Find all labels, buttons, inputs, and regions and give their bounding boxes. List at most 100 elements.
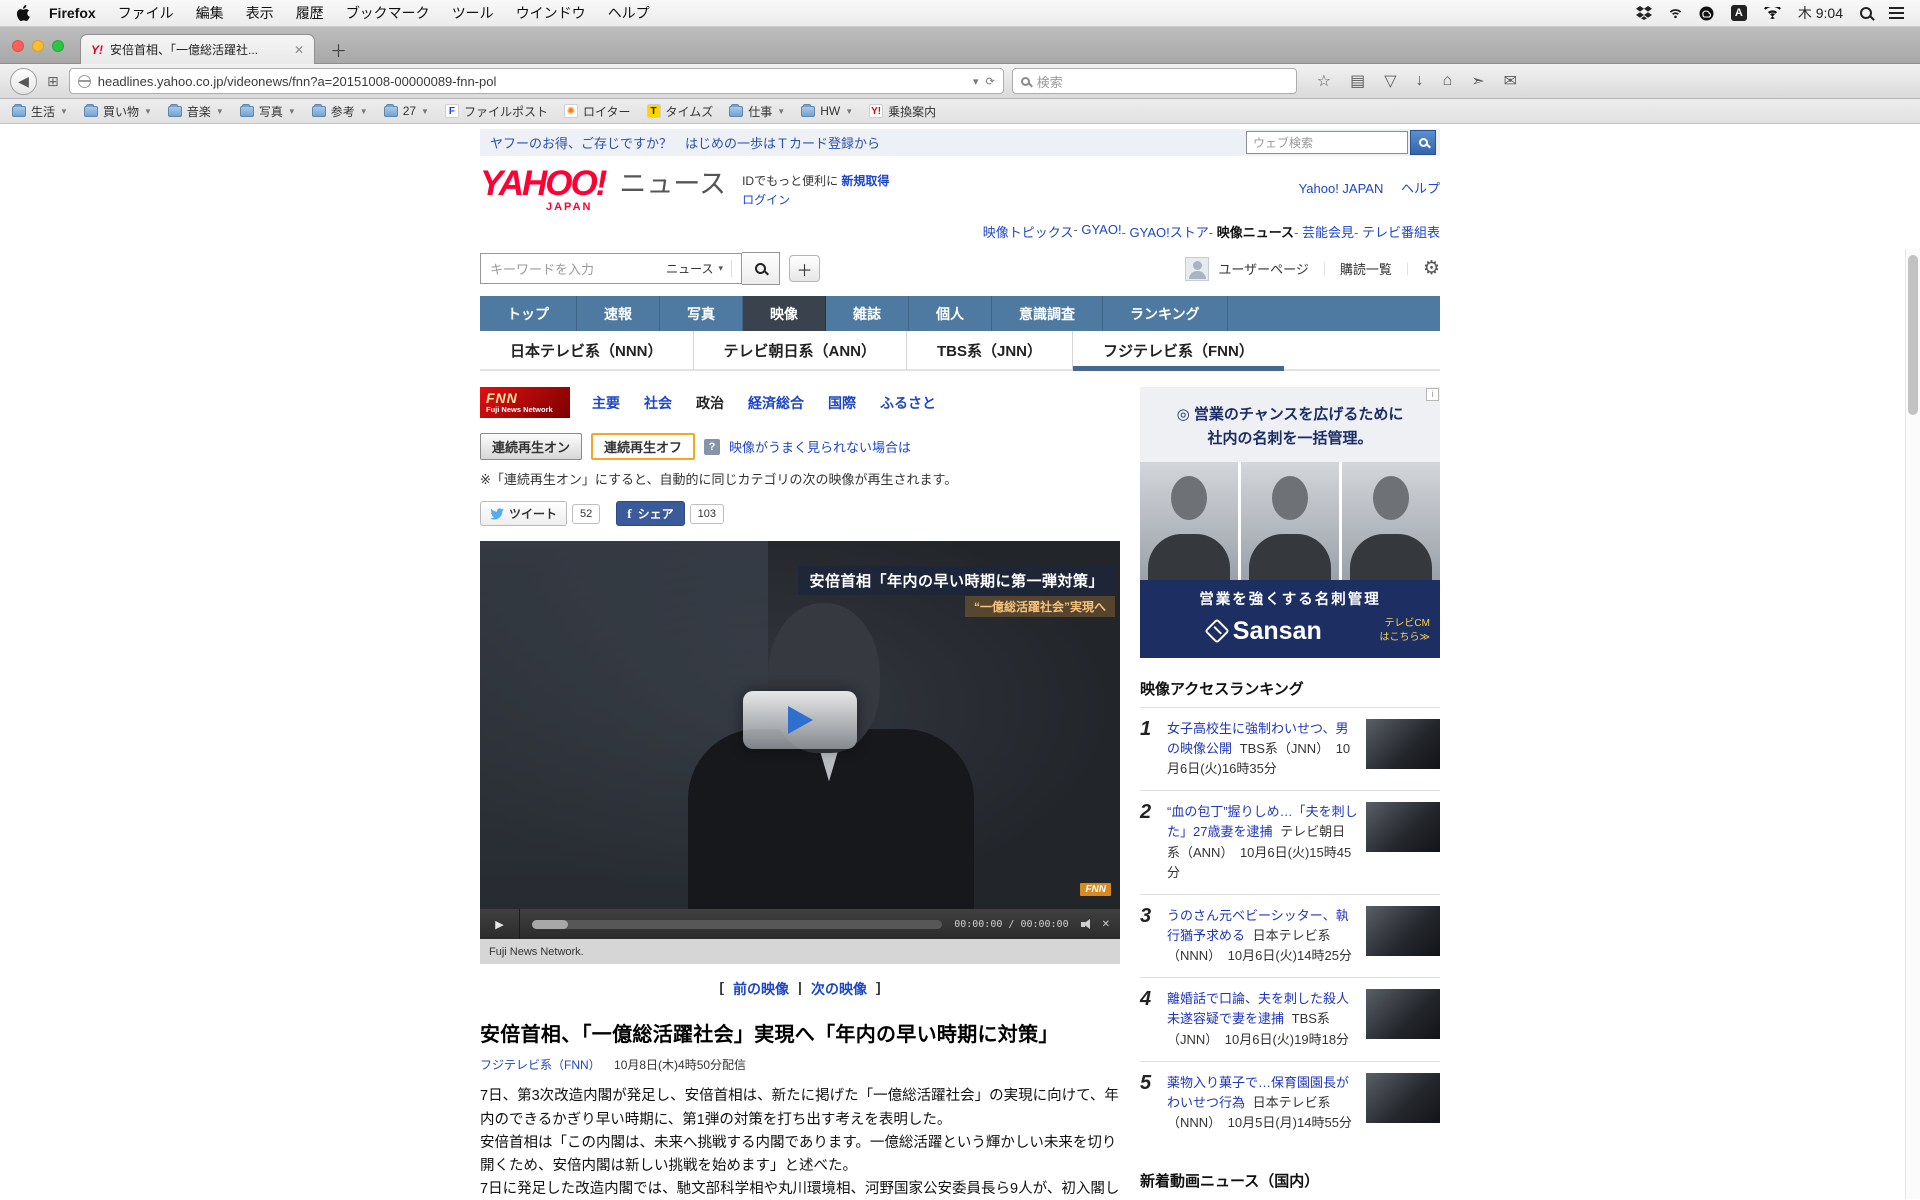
nav-tab[interactable]: ランキング [1103, 296, 1228, 332]
nav-tab[interactable]: 速報 [577, 296, 660, 332]
nav-tab[interactable]: 個人 [909, 296, 992, 332]
network-tab[interactable]: 日本テレビ系（NNN） [480, 331, 693, 369]
url-bar[interactable]: headlines.yahoo.co.jp/videonews/fnn?a=20… [68, 68, 1004, 94]
sidebar-ad[interactable]: i ◎ 営業のチャンスを広げるために 社内の名刺を一括管理。 営業を強くする名刺… [1140, 387, 1440, 658]
page-scrollbar[interactable] [1905, 249, 1920, 1199]
bookmark-item[interactable]: T タイムズ ▼ [646, 103, 713, 120]
ranking-item[interactable]: 2 “血の包丁”握りしめ…「夫を刺した」27歳妻を逮捕 テレビ朝日系（ANN） … [1140, 790, 1440, 894]
signup-link[interactable]: 新規取得 [841, 174, 889, 188]
fnn-category-link[interactable]: ふるさと [880, 393, 936, 413]
page-viewport[interactable]: ヤフーのお得、ご存じですか？ はじめの一歩はＴカード登録から ウェブ検索 YAH… [0, 124, 1920, 1199]
mute-x-icon[interactable]: ✕ [1102, 919, 1110, 930]
bookmark-item[interactable]: 仕事 ▼ [729, 103, 785, 120]
bookmark-item[interactable]: 生活 ▼ [12, 103, 68, 120]
sansan-logo[interactable]: Sansan [1204, 617, 1322, 646]
url-dropdown-icon[interactable]: ▾ [973, 75, 979, 88]
sync-icon[interactable] [1669, 7, 1682, 20]
service-link[interactable]: GYAO!ストア [1122, 222, 1209, 241]
bookmark-item[interactable]: 音楽 ▼ [167, 103, 224, 120]
hello-chat-icon[interactable]: ✉ [1504, 71, 1517, 91]
article-source-link[interactable]: フジテレビ系（FNN） [480, 1058, 601, 1072]
ranking-item[interactable]: 4 離婚話で口論、夫を刺した殺人未遂容疑で妻を逮捕 TBS系（JNN） 10月6… [1140, 977, 1440, 1060]
browser-search-field[interactable]: 検索 [1011, 68, 1297, 94]
add-search-button[interactable]: ＋ [789, 255, 820, 283]
menubar-item[interactable]: 表示 [235, 3, 285, 23]
seek-bar[interactable] [532, 919, 943, 929]
tweet-button[interactable]: ツイート [480, 501, 568, 527]
bookmark-item[interactable]: 27 ▼ [383, 103, 429, 118]
service-link[interactable]: GYAO! [1073, 222, 1121, 241]
nav-tab[interactable]: 写真 [660, 296, 743, 332]
news-search-button[interactable] [742, 252, 780, 286]
service-link[interactable]: テレビ番組表 [1354, 222, 1440, 241]
bookmark-item[interactable]: F ファイルポスト ▼ [444, 103, 548, 120]
ranking-thumbnail[interactable] [1366, 802, 1440, 853]
playback-help-link[interactable]: 映像がうまく見られない場合は [729, 437, 911, 456]
back-button[interactable]: ◀ [10, 67, 37, 95]
notification-center-icon[interactable] [1889, 7, 1904, 19]
menubar-item[interactable]: ウインドウ [505, 3, 597, 23]
ranking-thumbnail[interactable] [1366, 989, 1440, 1040]
network-tab[interactable]: TBS系（JNN） [906, 331, 1072, 370]
subscriptions-link[interactable]: 購読一覧 [1340, 259, 1392, 278]
service-link[interactable]: 映像ニュース [1209, 222, 1294, 241]
network-tab[interactable]: フジテレビ系（FNN） [1072, 331, 1284, 372]
ranking-item[interactable]: 1 女子高校生に強制わいせつ、男の映像公開 TBS系（JNN） 10月6日(火)… [1140, 706, 1440, 790]
ranking-thumbnail[interactable] [1366, 905, 1440, 956]
fnn-category-link[interactable]: 経済総合 [748, 393, 804, 413]
bookmark-item[interactable]: ✺ ロイター ▼ [563, 103, 631, 120]
bookmark-item[interactable]: 参考 ▼ [311, 103, 368, 120]
input-source-icon[interactable]: A [1730, 5, 1747, 21]
fnn-category-link[interactable]: 国際 [828, 393, 856, 413]
volume-icon[interactable] [1080, 918, 1094, 930]
reading-list-icon[interactable]: ▤ [1350, 71, 1365, 91]
dropbox-icon[interactable] [1635, 6, 1652, 20]
continuous-play-off-button[interactable]: 連続再生オフ [591, 433, 696, 461]
tweet-count-badge[interactable]: 52 [572, 503, 601, 524]
download-icon[interactable]: ↓ [1416, 72, 1424, 90]
site-identity-icon[interactable] [77, 74, 91, 88]
user-avatar[interactable] [1185, 256, 1210, 281]
menubar-item[interactable]: ブックマーク [335, 3, 441, 23]
menubar-item[interactable]: 履歴 [285, 3, 335, 23]
gear-icon[interactable]: ⚙ [1423, 257, 1440, 280]
fnn-category-link[interactable]: 政治 [696, 393, 724, 413]
video-player[interactable]: 安倍首相「年内の早い時期に第一弾対策」 “一億総活躍社会”実現へ FNN [480, 541, 1120, 910]
tab-close-icon[interactable]: ✕ [294, 43, 304, 57]
menubar-item[interactable]: ヘルプ [597, 3, 661, 23]
new-tab-button[interactable]: ＋ [330, 37, 347, 62]
tab-groups-icon[interactable]: ⊞ [45, 73, 61, 90]
bookmark-star-icon[interactable]: ☆ [1317, 71, 1331, 91]
fnn-logo[interactable]: FNN Fuji News Network [480, 387, 570, 419]
yahoo-news-logo[interactable]: YAHOO! JAPAN ニュース [480, 166, 726, 213]
apple-icon[interactable] [16, 5, 30, 21]
ad-info-icon[interactable]: i [1426, 388, 1439, 402]
bookmark-item[interactable]: 買い物 ▼ [83, 103, 152, 120]
menubar-app-name[interactable]: Firefox [38, 5, 107, 21]
search-scope-dropdown[interactable]: ニュース [666, 260, 732, 278]
question-icon[interactable]: ? [704, 438, 721, 455]
play-button[interactable] [743, 691, 857, 750]
ad-cta[interactable]: テレビCM はこちら≫ [1380, 617, 1430, 645]
player-play-button[interactable]: ▶ [480, 909, 520, 940]
ranking-thumbnail[interactable] [1366, 1072, 1440, 1123]
service-link[interactable]: 芸能会見 [1294, 222, 1354, 241]
share-count-badge[interactable]: 103 [689, 503, 724, 524]
bookmark-item[interactable]: 写真 ▼ [239, 103, 296, 120]
nav-tab[interactable]: トップ [480, 296, 577, 332]
prev-video-link[interactable]: 前の映像 [733, 979, 789, 999]
minimize-window-button[interactable] [32, 40, 44, 52]
menubar-item[interactable]: ツール [441, 3, 505, 23]
fnn-category-link[interactable]: 社会 [644, 393, 672, 413]
web-search-button[interactable] [1410, 130, 1436, 155]
url-text[interactable]: headlines.yahoo.co.jp/videonews/fnn?a=20… [98, 74, 966, 89]
nav-tab[interactable]: 意識調査 [992, 296, 1103, 332]
promo-link[interactable]: ヤフーのお得、ご存じですか？ はじめの一歩はＴカード登録から [490, 133, 880, 152]
nav-tab[interactable]: 映像 [743, 296, 826, 332]
menubar-item[interactable]: 編集 [185, 3, 235, 23]
bookmark-item[interactable]: Y! 乗換案内 ▼ [869, 103, 936, 120]
help-link[interactable]: ヘルプ [1401, 181, 1440, 196]
login-link[interactable]: ログイン [742, 193, 790, 207]
wifi-icon[interactable] [1763, 6, 1781, 20]
facebook-share-button[interactable]: f シェア [616, 501, 685, 527]
